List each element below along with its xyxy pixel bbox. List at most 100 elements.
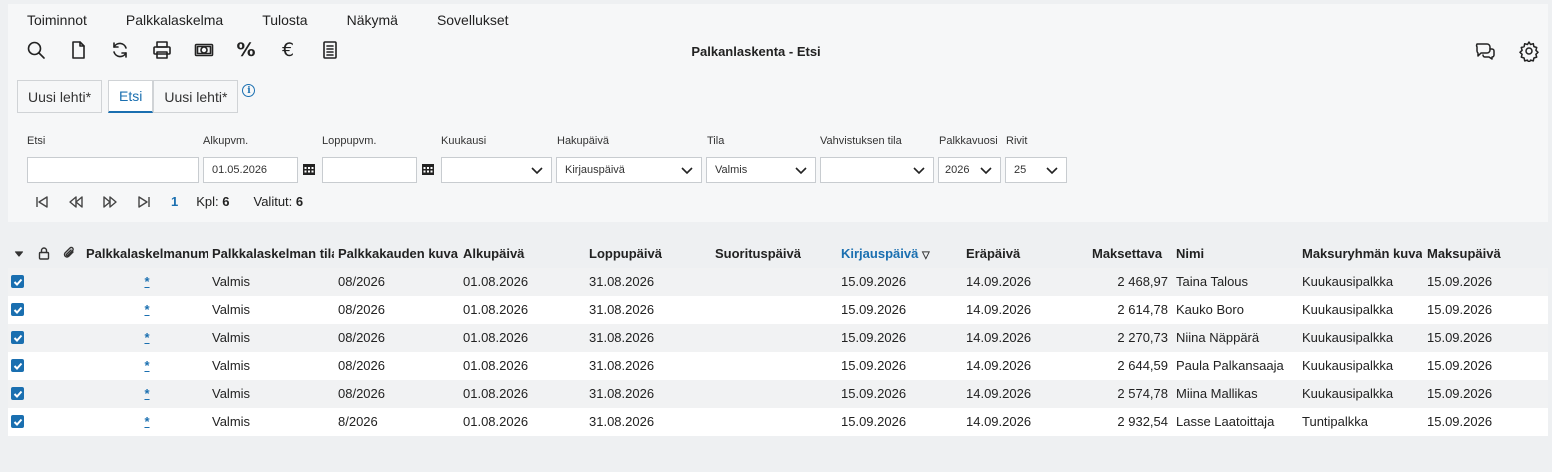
tila-label: Tila — [707, 135, 725, 147]
attachment-icon — [62, 240, 78, 268]
cell-maksupaiva: 15.09.2026 — [1427, 274, 1493, 289]
table-row[interactable]: * Valmis 08/2026 01.08.2026 31.08.2026 15.09.… — [8, 296, 1548, 324]
cell-erapaiva: 14.09.2026 — [966, 414, 1032, 429]
cell-maksuryhma: Kuukausipalkka — [1302, 330, 1394, 345]
tab-uusi-lehti-1[interactable]: Uusi lehti* — [17, 80, 103, 113]
last-page-icon[interactable] — [137, 195, 151, 209]
cell-suorituspaiva — [715, 408, 835, 436]
tab-uusi-lehti-2[interactable]: Uusi lehti* — [153, 80, 239, 113]
menu-toiminnot[interactable]: Toiminnot — [27, 12, 87, 28]
cell-kausi: 8/2026 — [338, 414, 378, 429]
col-header-loppupaiva[interactable]: Loppupäivä — [589, 240, 709, 268]
vahvistuksen-tila-select[interactable] — [820, 157, 934, 183]
menu-sovellukset[interactable]: Sovellukset — [437, 12, 509, 28]
cell-loppupaiva: 31.08.2026 — [589, 302, 655, 317]
lock-icon — [37, 240, 53, 268]
info-icon[interactable]: i — [242, 84, 256, 97]
cell-palkkalaskelmanumero[interactable]: * — [86, 352, 208, 380]
tab-etsi[interactable]: Etsi — [108, 80, 154, 113]
etsi-label: Etsi — [27, 135, 46, 147]
menu-tulosta[interactable]: Tulosta — [262, 12, 307, 28]
cell-palkkalaskelmanumero[interactable]: * — [86, 380, 208, 408]
table-row[interactable]: * Valmis 08/2026 01.08.2026 31.08.2026 15.09.… — [8, 352, 1548, 380]
count-label: Kpl: 6 — [196, 194, 229, 209]
calendar-icon[interactable] — [302, 162, 318, 178]
rivit-select[interactable]: 25 — [1005, 157, 1067, 183]
table-row[interactable]: * Valmis 08/2026 01.08.2026 31.08.2026 15.09.… — [8, 268, 1548, 296]
table-row[interactable]: * Valmis 8/2026 01.08.2026 31.08.2026 15.09.2… — [8, 408, 1548, 436]
cell-tila: Valmis — [212, 386, 251, 401]
col-header-suorituspaiva[interactable]: Suorituspäivä — [715, 240, 835, 268]
select-all-dropdown-icon[interactable] — [14, 240, 28, 268]
chevron-down-icon — [795, 164, 807, 176]
etsi-input[interactable] — [27, 157, 199, 183]
col-header-nimi[interactable]: Nimi — [1176, 240, 1296, 268]
cell-kausi: 08/2026 — [338, 274, 385, 289]
table-row[interactable]: * Valmis 08/2026 01.08.2026 31.08.2026 15.09.… — [8, 324, 1548, 352]
row-checkbox[interactable] — [11, 415, 24, 428]
col-header-alkupaiva[interactable]: Alkupäivä — [463, 240, 583, 268]
cell-kirjauspaiva: 15.09.2026 — [841, 330, 907, 345]
pager: 1 Kpl: 6 Valitut: 6 — [35, 194, 327, 209]
cell-kausi: 08/2026 — [338, 302, 385, 317]
next-page-icon[interactable] — [103, 195, 117, 209]
alkupvm-field[interactable]: 01.05.2026 — [203, 157, 315, 183]
valitut-label: Valitut: — [253, 194, 293, 209]
col-header-palkkalaskelmanumero[interactable]: Palkkalaskelmanumero — [86, 240, 208, 268]
previous-page-icon[interactable] — [69, 195, 83, 209]
palkkavuosi-select[interactable]: 2026 — [938, 157, 1001, 183]
menu-palkkalaskelma[interactable]: Palkkalaskelma — [126, 12, 223, 28]
hakupaiva-select[interactable]: Kirjauspäivä — [556, 157, 702, 183]
calendar-icon[interactable] — [421, 162, 437, 178]
cell-palkkalaskelmanumero[interactable]: * — [86, 296, 208, 324]
first-page-icon[interactable] — [35, 195, 49, 209]
cell-palkkalaskelmanumero[interactable]: * — [86, 408, 208, 436]
row-checkbox[interactable] — [11, 331, 24, 344]
loppupvm-label: Loppupvm. — [322, 135, 377, 147]
hakupaiva-label: Hakupäivä — [557, 135, 609, 147]
table-row[interactable]: * Valmis 08/2026 01.08.2026 31.08.2026 15.09.… — [8, 380, 1548, 408]
cell-maksettava: 2 614,78 — [1117, 302, 1168, 317]
col-header-kirjauspaiva[interactable]: Kirjauspäivä ▽ — [841, 240, 961, 268]
cell-alkupaiva: 01.08.2026 — [463, 302, 529, 317]
cell-palkkalaskelmanumero[interactable]: * — [86, 324, 208, 352]
loppupvm-field[interactable] — [322, 157, 434, 183]
col-header-erapaiva[interactable]: Eräpäivä — [966, 240, 1086, 268]
chat-icon[interactable] — [1474, 40, 1496, 65]
cell-tila: Valmis — [212, 302, 251, 317]
palkkavuosi-value: 2026 — [945, 164, 970, 176]
cell-suorituspaiva — [715, 268, 835, 296]
col-header-maksettava[interactable]: Maksettava — [1092, 240, 1170, 268]
cell-maksettava: 2 468,97 — [1117, 274, 1168, 289]
cell-erapaiva: 14.09.2026 — [966, 358, 1032, 373]
cell-kausi: 08/2026 — [338, 330, 385, 345]
kirjauspaiva-header-label: Kirjauspäivä — [841, 246, 919, 261]
col-header-tila[interactable]: Palkkalaskelman tila — [212, 240, 334, 268]
cell-kirjauspaiva: 15.09.2026 — [841, 414, 907, 429]
cell-maksupaiva: 15.09.2026 — [1427, 414, 1493, 429]
alkupvm-label: Alkupvm. — [203, 135, 249, 147]
cell-maksuryhma: Tuntipalkka — [1302, 414, 1368, 429]
cell-maksupaiva: 15.09.2026 — [1427, 386, 1493, 401]
col-header-maksuryhma[interactable]: Maksuryhmän kuvaus — [1302, 240, 1422, 268]
col-header-maksupaiva[interactable]: Maksupäivä — [1427, 240, 1537, 268]
cell-maksettava: 2 270,73 — [1117, 330, 1168, 345]
cell-alkupaiva: 01.08.2026 — [463, 414, 529, 429]
chevron-down-icon — [1046, 164, 1058, 176]
col-header-kausi[interactable]: Palkkakauden kuvaus — [338, 240, 458, 268]
settings-gear-icon[interactable] — [1518, 40, 1540, 65]
cell-maksupaiva: 15.09.2026 — [1427, 358, 1493, 373]
kuukausi-select[interactable] — [441, 157, 552, 183]
tila-select[interactable]: Valmis — [706, 157, 816, 183]
results-table: Palkkalaskelmanumero Palkkalaskelman til… — [8, 240, 1548, 436]
kuukausi-label: Kuukausi — [441, 135, 487, 147]
cell-kirjauspaiva: 15.09.2026 — [841, 274, 907, 289]
cell-loppupaiva: 31.08.2026 — [589, 330, 655, 345]
menu-nakyma[interactable]: Näkymä — [347, 12, 398, 28]
row-checkbox[interactable] — [11, 275, 24, 288]
page-number[interactable]: 1 — [171, 194, 178, 209]
cell-palkkalaskelmanumero[interactable]: * — [86, 268, 208, 296]
row-checkbox[interactable] — [11, 359, 24, 372]
row-checkbox[interactable] — [11, 303, 24, 316]
row-checkbox[interactable] — [11, 387, 24, 400]
